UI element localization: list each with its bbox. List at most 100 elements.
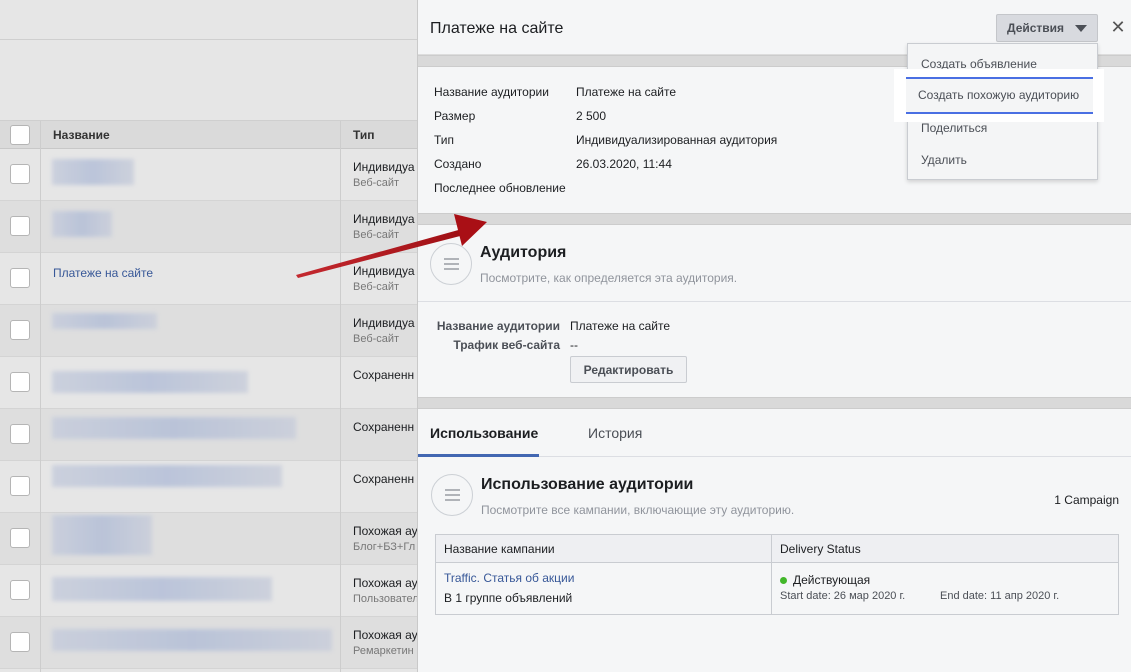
table-row[interactable]: Индивидуа Веб-сайт (0, 305, 420, 357)
highlight-callout: Создать похожую аудиторию (895, 70, 1103, 121)
edit-button[interactable]: Редактировать (570, 356, 687, 383)
blurred-name (52, 629, 332, 651)
audience-definition-section: Аудитория Посмотрите, как определяется э… (418, 225, 1131, 397)
column-divider (40, 121, 41, 672)
table-row[interactable]: Индивидуа Веб-сайт (0, 201, 420, 253)
table-row[interactable]: Похожая ау Пользовател (0, 565, 420, 617)
list-icon (431, 474, 473, 516)
info-created-label: Создано (434, 157, 482, 171)
row-checkbox[interactable] (10, 268, 30, 288)
tab-usage[interactable]: Использование (430, 425, 538, 441)
row-checkbox[interactable] (10, 424, 30, 444)
audience-subtitle: Посмотрите, как определяется эта аудитор… (480, 271, 738, 285)
table-row[interactable]: Индивидуа Веб-сайт (0, 149, 420, 201)
menu-item-delete[interactable]: Удалить (921, 153, 967, 167)
filter-bar (0, 41, 420, 121)
table-row[interactable]: Платеже на сайте Индивидуа Веб-сайт (0, 253, 420, 305)
campaign-link[interactable]: Traffic. Статья об акции (444, 571, 574, 585)
row-subtype: Веб-сайт (353, 333, 400, 345)
row-type: Похожая ау (353, 576, 417, 590)
blurred-name (52, 417, 296, 439)
row-type: Индивидуа (353, 212, 415, 226)
row-type: Индивидуа (353, 316, 415, 330)
table-row[interactable]: Похожая ау Блог+БЗ+Гл (0, 513, 420, 565)
row-subtype: Веб-сайт (353, 281, 400, 293)
caret-down-icon (1075, 25, 1087, 32)
row-subtype: Веб-сайт (353, 177, 400, 189)
row-subtype: Ремаркетин (353, 645, 414, 657)
tab-history[interactable]: История (588, 425, 642, 441)
blurred-name (52, 577, 272, 601)
row-subtype: Веб-сайт (353, 229, 400, 241)
column-header-type[interactable]: Тип (353, 128, 375, 142)
col-campaign-name: Название кампании (435, 534, 772, 563)
panel-tabs: Использование История (418, 409, 1131, 457)
menu-item-create-lookalike[interactable]: Создать похожую аудиторию (906, 77, 1093, 114)
info-name-label: Название аудитории (434, 85, 549, 99)
audience-usage-section: Использование аудитории Посмотрите все к… (418, 458, 1131, 633)
end-date: End date: 11 апр 2020 г. (940, 590, 1060, 602)
column-header-name[interactable]: Название (53, 128, 110, 142)
table-row[interactable]: Похожая ау Ремаркетин (0, 617, 420, 669)
row-checkbox[interactable] (10, 632, 30, 652)
info-size-value: 2 500 (576, 109, 607, 123)
row-type: Индивидуа (353, 264, 415, 278)
row-checkbox[interactable] (10, 164, 30, 184)
audience-name-key: Название аудитории (436, 319, 560, 333)
row-type: Похожая ау (353, 524, 417, 538)
row-type: Похожая ау (353, 628, 417, 642)
info-updated-label: Последнее обновление (434, 181, 566, 195)
status-text: Действующая (793, 573, 871, 587)
actions-label: Действия (1007, 21, 1065, 35)
row-checkbox[interactable] (10, 216, 30, 236)
row-type: Индивидуа (353, 160, 415, 174)
blurred-name (52, 515, 152, 555)
start-date: Start date: 26 мар 2020 г. (780, 590, 906, 602)
campaign-table: Название кампании Delivery Status Traffi… (435, 534, 1119, 615)
traffic-val: -- (570, 338, 578, 352)
close-icon[interactable]: ✕ (1108, 16, 1128, 38)
row-checkbox[interactable] (10, 372, 30, 392)
table-row[interactable]: Сохраненн (0, 461, 420, 513)
top-toolbar (0, 0, 420, 40)
column-divider (340, 121, 341, 672)
audience-name-link[interactable]: Платеже на сайте (53, 266, 153, 280)
info-type-label: Тип (434, 133, 455, 147)
status-dot-icon (780, 577, 787, 584)
row-type: Сохраненн (353, 472, 415, 486)
actions-dropdown-button[interactable]: Действия (996, 14, 1098, 42)
select-all-checkbox[interactable] (10, 125, 30, 145)
table-row[interactable]: Сохраненн (0, 409, 420, 461)
blurred-name (52, 465, 282, 487)
traffic-key: Трафик веб-сайта (453, 338, 560, 352)
info-type-value: Индивидуализированная аудитория (576, 133, 778, 147)
info-name-value: Платеже на сайте (576, 85, 677, 99)
active-tab-indicator (418, 454, 539, 457)
status-cell: Действующая Start date: 26 мар 2020 г. E… (771, 562, 1119, 615)
blurred-name (52, 211, 112, 237)
table-header: Название Тип (0, 121, 420, 149)
row-checkbox[interactable] (10, 528, 30, 548)
row-subtype: Блог+БЗ+Гл (353, 541, 416, 553)
menu-item-share[interactable]: Поделиться (921, 121, 987, 135)
row-checkbox[interactable] (10, 580, 30, 600)
section-separator (418, 213, 1131, 225)
col-delivery-status: Delivery Status (771, 534, 1119, 563)
usage-subtitle: Посмотрите все кампании, включающие эту … (481, 503, 795, 517)
campaign-cell: Traffic. Статья об акции В 1 группе объя… (435, 562, 772, 615)
list-icon (430, 243, 472, 285)
blurred-name (52, 313, 157, 329)
table-row[interactable]: Сохраненн (0, 357, 420, 409)
info-created-value: 26.03.2020, 11:44 (576, 157, 672, 171)
blurred-name (52, 159, 134, 185)
menu-item-create-lookalike-label: Создать похожую аудиторию (918, 88, 1080, 102)
row-checkbox[interactable] (10, 476, 30, 496)
campaign-adsets: В 1 группе объявлений (444, 591, 573, 605)
usage-heading: Использование аудитории (481, 476, 694, 493)
row-type: Сохраненн (353, 420, 415, 434)
section-separator (418, 397, 1131, 409)
panel-title: Платеже на сайте (430, 20, 564, 37)
audience-name-val: Платеже на сайте (570, 319, 671, 333)
menu-item-create-ad[interactable]: Создать объявление (921, 57, 1037, 71)
row-checkbox[interactable] (10, 320, 30, 340)
